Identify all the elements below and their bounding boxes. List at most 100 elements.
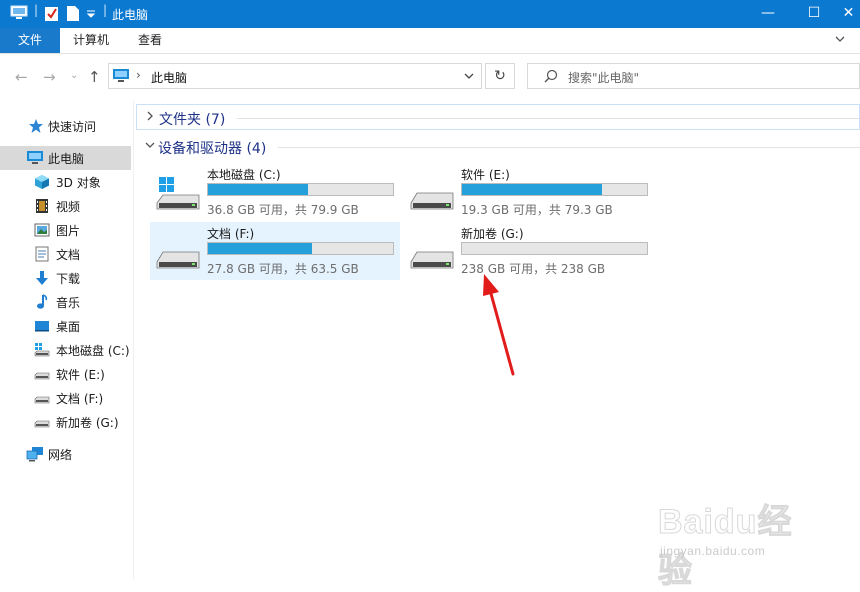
drive-tile-c[interactable]: 本地磁盘 (C:) 36.8 GB 可用，共 79.9 GB: [150, 163, 400, 221]
sidebar-item-drive-g[interactable]: 新加卷 (G:): [0, 410, 131, 434]
sidebar-item-pictures[interactable]: 图片: [0, 218, 131, 242]
sidebar-item-network[interactable]: 网络: [0, 442, 131, 466]
new-folder-icon[interactable]: [66, 5, 80, 25]
sidebar-item-documents[interactable]: 文档: [0, 242, 131, 266]
drive-icon: [155, 232, 201, 272]
recent-locations-chevron-icon[interactable]: ⌄: [70, 70, 78, 81]
sidebar-item-drive-e[interactable]: 软件 (E:): [0, 362, 131, 386]
sidebar-item-label: 桌面: [56, 320, 81, 334]
title-bar: | | 此电脑 — ☐ ✕: [0, 0, 860, 28]
watermark-site: jingyan.baidu.com: [660, 544, 766, 558]
sidebar-item-label: 网络: [48, 448, 73, 462]
picture-icon: [34, 222, 50, 238]
sidebar-item-videos[interactable]: 视频: [0, 194, 131, 218]
document-icon: [34, 246, 50, 262]
sidebar-item-quick-access[interactable]: 快速访问: [0, 114, 131, 138]
network-icon: [26, 446, 43, 462]
watermark-brand: Baidu经验: [658, 503, 793, 591]
sidebar-item-label: 3D 对象: [56, 176, 101, 190]
navigation-pane: 快速访问 此电脑 3D 对象 视频 图片 文档 下载 音乐 桌面 本地磁盘 (C…: [0, 100, 134, 580]
desktop-icon: [34, 318, 50, 334]
watermark: Baidu经验 jingyan.baidu.com: [652, 488, 822, 591]
navigation-bar: ← → ⌄ ↑ › 此电脑 ↻ 搜索"此电脑": [0, 54, 860, 98]
computer-icon: [26, 150, 43, 166]
drive-icon: [34, 366, 50, 382]
drive-space-info: 19.3 GB 可用，共 79.3 GB: [461, 203, 613, 217]
chevron-right-icon[interactable]: [145, 110, 155, 125]
window-title: 此电脑: [112, 8, 149, 22]
search-input[interactable]: 搜索"此电脑": [527, 63, 860, 89]
chevron-down-icon[interactable]: [144, 139, 156, 154]
address-history-chevron-icon[interactable]: [463, 70, 475, 85]
breadcrumb-separator[interactable]: ›: [136, 68, 141, 82]
sidebar-item-drive-c[interactable]: 本地磁盘 (C:): [0, 338, 131, 362]
back-arrow-icon[interactable]: ←: [15, 68, 28, 86]
address-bar[interactable]: › 此电脑: [108, 63, 482, 89]
tab-view[interactable]: 查看: [124, 28, 176, 53]
drive-icon: [34, 390, 50, 406]
usage-bar-fill: [208, 243, 312, 254]
sidebar-item-drive-f[interactable]: 文档 (F:): [0, 386, 131, 410]
sidebar-item-this-pc[interactable]: 此电脑: [0, 146, 131, 170]
drive-name: 软件 (E:): [461, 168, 510, 182]
sidebar-item-desktop[interactable]: 桌面: [0, 314, 131, 338]
sidebar-item-label: 软件 (E:): [56, 368, 105, 382]
sidebar-item-music[interactable]: 音乐: [0, 290, 131, 314]
refresh-button[interactable]: ↻: [485, 63, 515, 89]
usage-bar-fill: [462, 184, 603, 195]
breadcrumb[interactable]: 此电脑: [151, 69, 187, 86]
forward-arrow-icon[interactable]: →: [43, 68, 56, 86]
film-icon: [34, 198, 50, 214]
cube-icon: [34, 174, 50, 190]
usage-bar: [207, 183, 394, 196]
annotation-arrow: [483, 274, 515, 376]
sidebar-item-label: 文档: [56, 248, 81, 262]
drive-icon: [34, 414, 50, 430]
group-divider: [237, 118, 859, 119]
sidebar-item-label: 视频: [56, 200, 81, 214]
computer-icon[interactable]: [10, 5, 28, 24]
group-devices[interactable]: 设备和驱动器 (4): [136, 134, 860, 160]
up-arrow-icon[interactable]: ↑: [88, 68, 101, 86]
drive-name: 文档 (F:): [207, 227, 255, 241]
minimize-button[interactable]: —: [745, 0, 791, 28]
close-button[interactable]: ✕: [837, 0, 860, 28]
drive-name: 新加卷 (G:): [461, 227, 524, 241]
system-drive-icon: [34, 342, 50, 358]
sidebar-item-3d-objects[interactable]: 3D 对象: [0, 170, 131, 194]
properties-icon[interactable]: [44, 5, 60, 25]
usage-bar: [461, 183, 648, 196]
tab-file[interactable]: 文件: [0, 28, 60, 53]
computer-icon: [112, 68, 130, 87]
expand-ribbon-chevron-icon[interactable]: [834, 33, 846, 48]
maximize-button[interactable]: ☐: [791, 0, 837, 28]
group-folders[interactable]: 文件夹 (7): [136, 104, 860, 130]
sidebar-item-label: 新加卷 (G:): [56, 416, 119, 430]
group-divider: [278, 147, 860, 148]
drive-tile-e[interactable]: 软件 (E:) 19.3 GB 可用，共 79.3 GB: [404, 163, 654, 221]
search-icon: [544, 69, 558, 86]
drive-icon: [409, 173, 455, 213]
quick-access-dropdown-icon[interactable]: [86, 8, 96, 22]
download-arrow-icon: [34, 270, 50, 286]
drive-space-info: 36.8 GB 可用，共 79.9 GB: [207, 203, 359, 217]
usage-bar: [207, 242, 394, 255]
star-icon: [28, 118, 44, 134]
group-title: 设备和驱动器 (4): [158, 141, 267, 157]
system-drive-icon: [155, 173, 201, 213]
refresh-icon: ↻: [494, 68, 506, 84]
tab-computer[interactable]: 计算机: [62, 28, 120, 53]
sidebar-item-label: 此电脑: [48, 152, 85, 166]
sidebar-item-downloads[interactable]: 下载: [0, 266, 131, 290]
divider: |: [103, 3, 108, 17]
drive-space-info: 27.8 GB 可用，共 63.5 GB: [207, 262, 359, 276]
divider: |: [34, 3, 39, 17]
sidebar-item-label: 本地磁盘 (C:): [56, 344, 130, 358]
usage-bar: [461, 242, 648, 255]
sidebar-item-label: 图片: [56, 224, 81, 238]
ribbon-tabs: 文件 计算机 查看: [0, 28, 860, 54]
sidebar-item-label: 下载: [56, 272, 81, 286]
usage-bar-fill: [208, 184, 308, 195]
drive-tile-f[interactable]: 文档 (F:) 27.8 GB 可用，共 63.5 GB: [150, 222, 400, 280]
drive-icon: [409, 232, 455, 272]
